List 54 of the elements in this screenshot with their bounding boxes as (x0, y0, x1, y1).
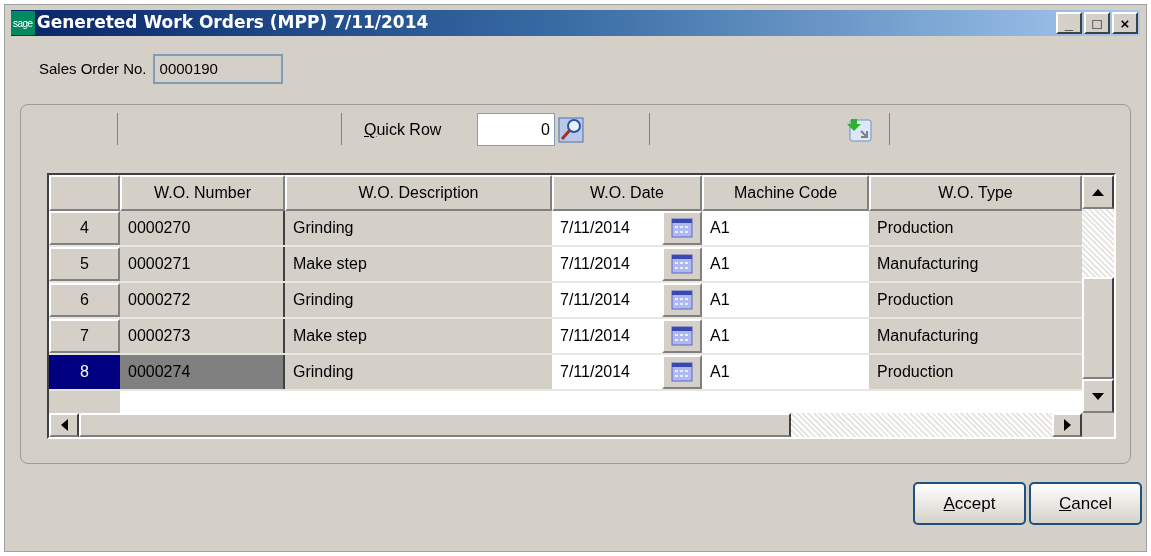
sage-logo: sage (11, 11, 35, 35)
table-cell: 0000271 (120, 247, 285, 281)
vertical-scrollbar[interactable] (1082, 175, 1114, 413)
cancel-button[interactable]: Cancel (1029, 482, 1142, 525)
window-title: Genereted Work Orders (MPP) 7/11/2014 (36, 11, 429, 35)
field-label: Sales Order No. (39, 58, 147, 79)
import-icon[interactable] (847, 117, 873, 143)
quick-row-label: Quick Row (364, 120, 442, 140)
table-cell: 0000274 (120, 355, 285, 389)
row-header[interactable]: 4 (49, 211, 120, 245)
calendar-icon (671, 254, 693, 274)
table-cell: Production (869, 283, 1082, 317)
table-cell: Grinding (285, 355, 552, 389)
column-header[interactable]: W.O. Number (120, 175, 285, 211)
column-header[interactable]: W.O. Date (552, 175, 702, 211)
table-cell: Make step (285, 319, 552, 353)
column-header[interactable]: W.O. Description (285, 175, 552, 211)
close-button[interactable]: × (1112, 12, 1138, 34)
search-icon[interactable] (558, 117, 584, 143)
table-cell: Production (869, 211, 1082, 245)
calendar-button[interactable] (662, 283, 702, 317)
calendar-button[interactable] (662, 247, 702, 281)
calendar-button[interactable] (662, 319, 702, 353)
row-header[interactable]: 6 (49, 283, 120, 317)
table-cell: 0000273 (120, 319, 285, 353)
maximize-button[interactable]: □ (1084, 12, 1110, 34)
row-header[interactable]: 8 (49, 355, 120, 389)
row-header[interactable]: 5 (49, 247, 120, 281)
table-cell: Make step (285, 247, 552, 281)
calendar-icon (671, 362, 693, 382)
row-header[interactable]: 7 (49, 319, 120, 353)
right-arrow-icon (1063, 419, 1071, 431)
down-arrow-icon (1092, 392, 1104, 400)
horizontal-scrollbar[interactable] (49, 413, 1114, 437)
quick-row-field[interactable]: 0 (477, 113, 555, 146)
table-cell: Grinding (285, 211, 552, 245)
calendar-icon (671, 326, 693, 346)
column-header[interactable]: W.O. Type (869, 175, 1082, 211)
table-cell: 0000270 (120, 211, 285, 245)
accept-button[interactable]: Accept (913, 482, 1026, 525)
table-cell: Manufacturing (869, 319, 1082, 353)
table-cell: Manufacturing (869, 247, 1082, 281)
column-header[interactable]: Machine Code (702, 175, 869, 211)
calendar-icon (671, 290, 693, 310)
calendar-button[interactable] (662, 355, 702, 389)
table-cell: Grinding (285, 283, 552, 317)
sales-order-field[interactable]: 0000190 (152, 54, 283, 84)
calendar-icon (671, 218, 693, 238)
table-cell: Production (869, 355, 1082, 389)
table-cell: 0000272 (120, 283, 285, 317)
left-arrow-icon (60, 419, 68, 431)
calendar-button[interactable] (662, 211, 702, 245)
up-arrow-icon (1092, 188, 1104, 196)
minimize-button[interactable]: _ (1056, 12, 1082, 34)
